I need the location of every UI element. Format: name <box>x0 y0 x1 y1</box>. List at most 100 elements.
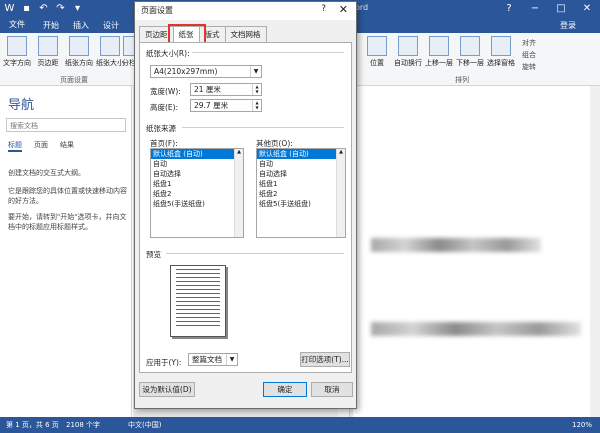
close-button[interactable]: ✕ <box>574 0 600 17</box>
position-icon <box>367 36 387 56</box>
spinner-arrows-icon[interactable]: ▲ ▼ <box>252 84 261 95</box>
nav-title: 导航 <box>8 98 35 113</box>
tab-document-grid[interactable]: 文档网格 <box>224 26 267 42</box>
selection-pane-icon <box>491 36 511 56</box>
nav-tab-headings[interactable]: 标题 <box>8 140 22 152</box>
print-options-button[interactable]: 打印选项(T)... <box>300 352 350 367</box>
divider <box>182 127 344 128</box>
spinner-arrows-icon[interactable]: ▲ ▼ <box>252 100 261 111</box>
nav-tab-results[interactable]: 结果 <box>60 140 74 152</box>
width-value: 21 厘米 <box>194 85 221 94</box>
send-backward-icon <box>460 36 480 56</box>
redo-icon[interactable]: ↷ <box>55 2 66 15</box>
language-indicator[interactable]: 中文(中国) <box>128 417 161 433</box>
nav-tab-pages[interactable]: 页面 <box>34 140 48 152</box>
list-scrollbar[interactable]: ▲ <box>234 149 243 237</box>
tab-insert[interactable]: 插入 <box>68 19 94 33</box>
login-link[interactable]: 登录 <box>560 19 576 32</box>
margins-label: 页边距 <box>37 59 59 67</box>
selection-pane-button[interactable]: 选择窗格 <box>486 36 516 68</box>
group-arrange-label: 排列 <box>455 76 469 84</box>
list-item[interactable]: 纸盘1 <box>151 179 243 189</box>
height-label: 高度(E): <box>150 103 179 112</box>
paper-size-button[interactable]: 纸张大小 <box>95 36 125 68</box>
text-direction-icon <box>7 36 27 56</box>
page-count[interactable]: 第 1 页，共 6 页 <box>6 417 59 433</box>
group-page-setup-label: 页面设置 <box>60 76 88 84</box>
send-backward-button[interactable]: 下移一层 <box>455 36 485 68</box>
list-item[interactable]: 纸盘5(手送纸盘) <box>257 199 345 209</box>
position-label: 位置 <box>370 59 384 67</box>
apply-to-label: 应用于(Y): <box>146 358 182 367</box>
nav-hint-3: 要开始，请转到"开始"选项卡，并向文档中的标题应用标题样式。 <box>8 213 127 231</box>
paper-size-value: A4(210x297mm) <box>154 67 218 76</box>
selection-pane-label: 选择窗格 <box>487 59 515 67</box>
list-item[interactable]: 默认纸盒 (自动) <box>151 149 243 159</box>
margins-icon <box>38 36 58 56</box>
list-item[interactable]: 自动选择 <box>151 169 243 179</box>
zoom-level[interactable]: 120% <box>572 417 592 433</box>
list-item[interactable]: 纸盘1 <box>257 179 345 189</box>
bring-forward-button[interactable]: 上移一层 <box>424 36 454 68</box>
ok-button[interactable]: 确定 <box>263 382 307 397</box>
undo-icon[interactable]: ↶ <box>38 2 49 15</box>
width-spinner[interactable]: 21 厘米 ▲ ▼ <box>190 83 262 96</box>
orientation-label: 纸张方向 <box>65 59 93 67</box>
set-default-button[interactable]: 设为默认值(D) <box>139 382 195 397</box>
save-icon[interactable]: ▪ <box>21 2 32 15</box>
dialog-close-icon[interactable]: ✕ <box>339 3 348 16</box>
navigation-pane: 导航 搜索文档 标题 页面 结果 创建文档的交互式大纲。 它是跟踪您的具体位置或… <box>0 86 132 417</box>
apply-to-select[interactable]: 整篇文档 ▼ <box>188 353 238 366</box>
document-page[interactable] <box>353 86 600 417</box>
blurred-text-line <box>371 238 541 252</box>
nav-hint-1: 创建文档的交互式大纲。 <box>8 169 85 177</box>
nav-search-input[interactable]: 搜索文档 <box>6 118 126 132</box>
page-setup-dialog: 页面设置 ? ✕ 页边距 纸张 版式 文档网格 纸张大小(R): A4(210x… <box>134 1 357 409</box>
cancel-button[interactable]: 取消 <box>311 382 353 397</box>
first-page-list[interactable]: 默认纸盒 (自动) 自动 自动选择 纸盘1 纸盘2 纸盘5(手送纸盘) ▲ <box>150 148 244 238</box>
minimize-button[interactable]: − <box>522 0 548 17</box>
tab-design[interactable]: 设计 <box>98 19 124 33</box>
orientation-button[interactable]: 纸张方向 <box>64 36 94 68</box>
height-value: 29.7 厘米 <box>194 101 229 110</box>
status-bar: 第 1 页，共 6 页 2108 个字 中文(中国) 120% <box>0 417 600 433</box>
dialog-help-icon[interactable]: ? <box>321 4 326 14</box>
list-item[interactable]: 自动选择 <box>257 169 345 179</box>
paper-size-select[interactable]: A4(210x297mm) ▼ <box>150 65 262 78</box>
restore-button[interactable]: □ <box>548 0 574 17</box>
rotate-button[interactable]: 旋转 <box>522 62 536 72</box>
list-item[interactable]: 纸盘2 <box>151 189 243 199</box>
blurred-text-line <box>371 322 581 336</box>
tab-file[interactable]: 文件 <box>0 17 34 33</box>
margins-button[interactable]: 页边距 <box>33 36 63 68</box>
nav-hint-2: 它是跟踪您的具体位置或快速移动内容的好方法。 <box>8 187 127 205</box>
chevron-down-icon: ▼ <box>226 354 237 365</box>
list-item[interactable]: 纸盘2 <box>257 189 345 199</box>
window-controls: ? − □ ✕ <box>496 0 600 17</box>
list-scrollbar[interactable]: ▲ <box>336 149 345 237</box>
list-item[interactable]: 自动 <box>151 159 243 169</box>
wrap-text-button[interactable]: 自动换行 <box>393 36 423 68</box>
list-item[interactable]: 自动 <box>257 159 345 169</box>
paper-size-label: 纸张大小(R): <box>146 49 190 58</box>
list-item[interactable]: 默认纸盒 (自动) <box>257 149 345 159</box>
position-button[interactable]: 位置 <box>362 36 392 68</box>
other-pages-list[interactable]: 默认纸盒 (自动) 自动 自动选择 纸盘1 纸盘2 纸盘5(手送纸盘) ▲ <box>256 148 346 238</box>
align-button[interactable]: 对齐 <box>522 38 536 48</box>
height-spinner[interactable]: 29.7 厘米 ▲ ▼ <box>190 99 262 112</box>
page-preview <box>170 265 226 337</box>
word-logo-icon: W <box>4 3 15 14</box>
help-icon[interactable]: ? <box>496 0 522 17</box>
list-item[interactable]: 纸盘5(手送纸盘) <box>151 199 243 209</box>
word-count[interactable]: 2108 个字 <box>66 417 100 433</box>
text-direction-button[interactable]: 文字方向 <box>2 36 32 68</box>
width-label: 宽度(W): <box>150 87 181 96</box>
divider <box>192 52 344 53</box>
tab-home[interactable]: 开始 <box>38 19 64 33</box>
customize-icon[interactable]: ▾ <box>72 2 83 15</box>
apply-to-value: 整篇文档 <box>192 355 222 364</box>
group-button[interactable]: 组合 <box>522 50 536 60</box>
orientation-icon <box>69 36 89 56</box>
bring-forward-label: 上移一层 <box>425 59 453 67</box>
vertical-scrollbar[interactable] <box>590 86 600 417</box>
